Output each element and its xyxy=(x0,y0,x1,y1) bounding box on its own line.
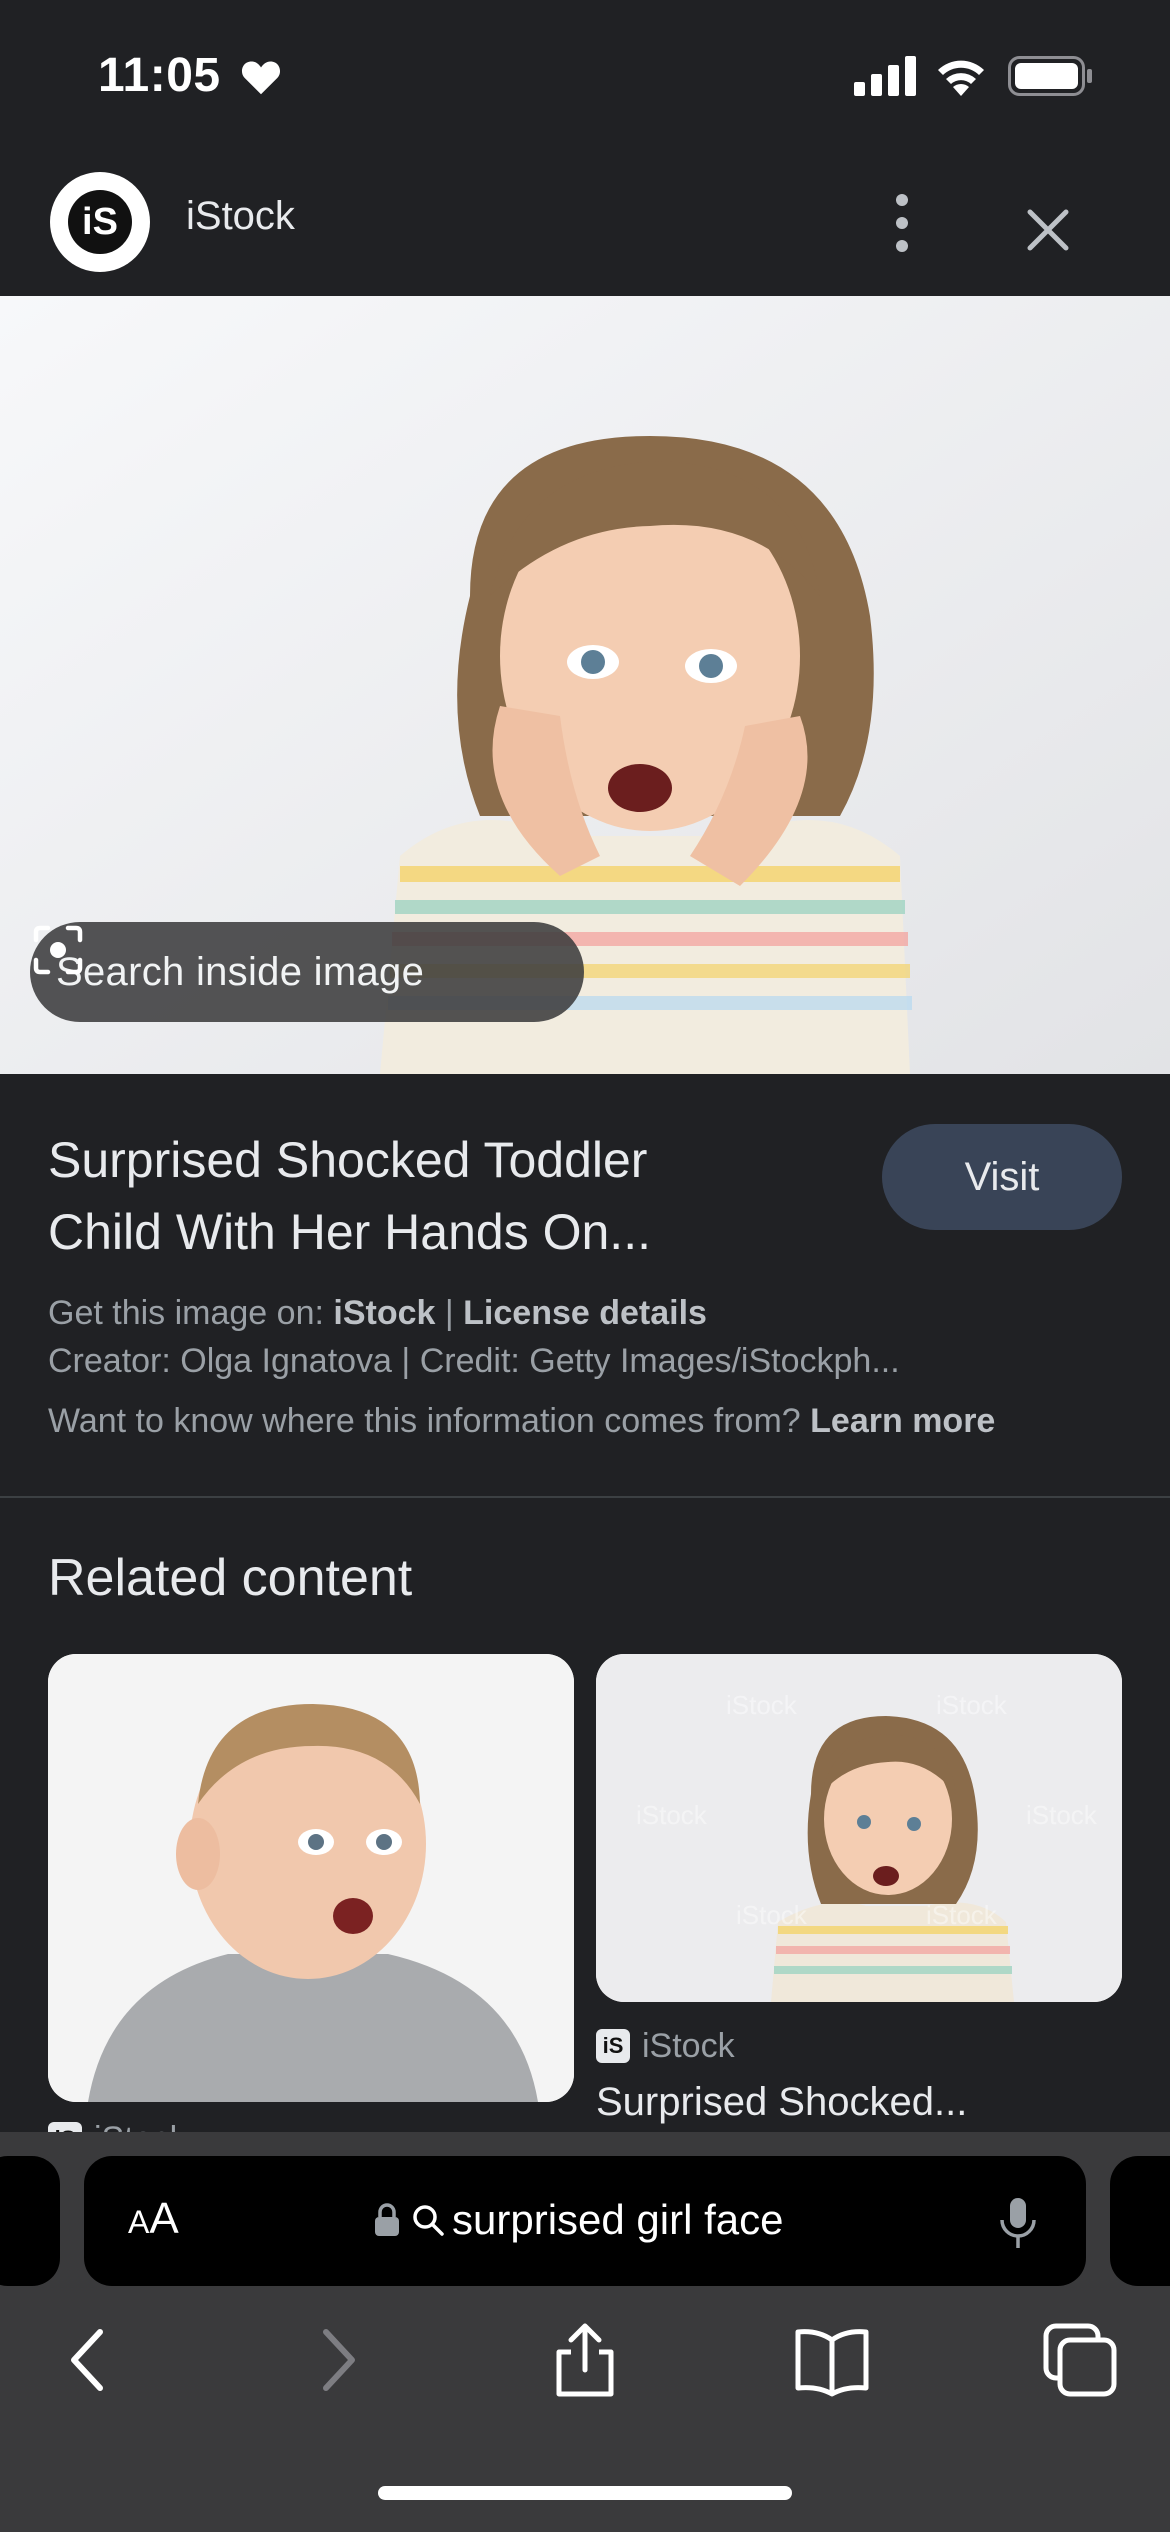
lock-icon xyxy=(375,2203,399,2236)
lens-search-icon xyxy=(33,925,83,975)
source-header: iS iStock xyxy=(0,150,1170,296)
get-image-source-link[interactable]: iStock xyxy=(333,1294,435,1332)
related-source-name-2: iStock xyxy=(642,2026,735,2065)
source-name[interactable]: iStock xyxy=(186,194,295,239)
image-title-line-2: Child With Her Hands On... xyxy=(48,1204,651,1260)
related-source-2: iS iStock xyxy=(596,2024,735,2068)
separator: | xyxy=(435,1294,464,1332)
svg-text:iStock: iStock xyxy=(1026,1800,1098,1830)
divider xyxy=(0,1496,1170,1498)
aa-large-letter: A xyxy=(149,2194,179,2243)
share-icon[interactable] xyxy=(545,2320,625,2400)
main-image[interactable]: Search inside image xyxy=(0,296,1170,1074)
close-icon[interactable] xyxy=(1014,196,1082,264)
visit-button[interactable]: Visit xyxy=(882,1124,1122,1230)
istock-logo[interactable]: iS xyxy=(50,172,150,272)
search-icon xyxy=(413,2205,444,2236)
creator-credit-line: Creator: Olga Ignatova | Credit: Getty I… xyxy=(48,1342,900,1380)
related-title-2[interactable]: Surprised Shocked... xyxy=(596,2080,967,2125)
wifi-icon xyxy=(938,60,984,96)
microphone-icon[interactable] xyxy=(998,2196,1038,2250)
info-source-line: Want to know where this information come… xyxy=(48,1402,995,1441)
related-image-1[interactable] xyxy=(48,1654,574,2102)
toddler-watermarked-photo: iStock iStock iStock iStock iStock iStoc… xyxy=(596,1654,1122,2002)
search-inside-image-label: Search inside image xyxy=(56,949,425,994)
next-tab-preview[interactable] xyxy=(1110,2156,1170,2286)
address-center: surprised girl face xyxy=(374,2192,783,2248)
istock-logo-text: iS xyxy=(68,190,132,254)
info-question: Want to know where this information come… xyxy=(48,1402,811,1440)
back-icon[interactable] xyxy=(48,2320,128,2400)
previous-tab-preview[interactable] xyxy=(0,2156,60,2286)
address-bar[interactable]: AA surprised girl face xyxy=(84,2156,1086,2286)
address-text: surprised girl face xyxy=(452,2196,784,2243)
svg-text:iStock: iStock xyxy=(636,1800,708,1830)
page: 11:05 iS iStock Search inside image Surp… xyxy=(0,0,1170,2532)
status-bar: 11:05 xyxy=(0,0,1170,150)
image-title-line-1: Surprised Shocked Toddler xyxy=(48,1132,648,1188)
license-details-link[interactable]: License details xyxy=(463,1294,707,1332)
get-image-line: Get this image on: iStock | License deta… xyxy=(48,1294,707,1333)
reader-aa-button[interactable]: AA xyxy=(128,2194,179,2244)
battery-icon xyxy=(1008,56,1092,96)
forward-icon[interactable] xyxy=(298,2320,378,2400)
related-image-2[interactable]: iStock iStock iStock iStock iStock iStoc… xyxy=(596,1654,1122,2002)
istock-small-icon: iS xyxy=(596,2029,630,2063)
bookmarks-icon[interactable] xyxy=(792,2320,872,2400)
tabs-icon[interactable] xyxy=(1040,2320,1120,2400)
search-inside-image-button[interactable]: Search inside image xyxy=(30,922,584,1022)
svg-text:iStock: iStock xyxy=(736,1900,808,1930)
more-options-icon[interactable] xyxy=(880,188,924,258)
cellular-signal-icon xyxy=(854,56,916,96)
learn-more-link[interactable]: Learn more xyxy=(810,1402,995,1440)
related-content-heading: Related content xyxy=(48,1549,413,1607)
status-time: 11:05 xyxy=(98,49,221,102)
image-title[interactable]: Surprised Shocked Toddler Child With Her… xyxy=(48,1124,848,1268)
svg-text:iStock: iStock xyxy=(936,1690,1008,1720)
svg-text:iStock: iStock xyxy=(926,1900,998,1930)
svg-text:iStock: iStock xyxy=(726,1690,798,1720)
aa-small-letter: A xyxy=(128,2204,150,2240)
surprised-boy-photo xyxy=(48,1654,574,2102)
heart-icon xyxy=(241,61,281,95)
home-indicator xyxy=(378,2486,792,2500)
get-image-prefix: Get this image on: xyxy=(48,1294,334,1332)
